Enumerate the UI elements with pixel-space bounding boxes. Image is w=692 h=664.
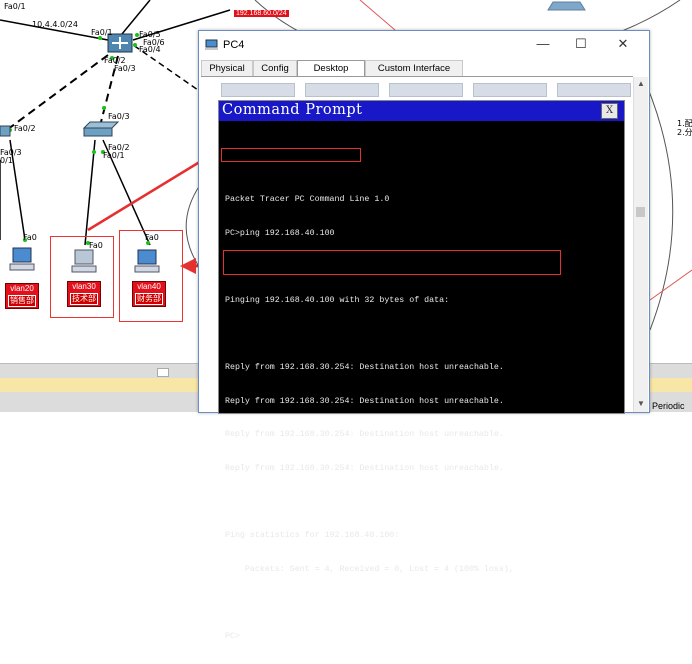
app-thumbnail[interactable] (305, 83, 379, 97)
port-label: Fa0/4 (139, 45, 161, 54)
port-label: Fa0/1 (103, 151, 125, 160)
highlight-box (221, 148, 361, 162)
pc4-window: PC4 — ☐ ✕ Physical Config Desktop Custom… (198, 30, 650, 641)
port-label: Fa0/3 (108, 112, 130, 121)
window-title: PC4 (223, 39, 245, 51)
text-cursor (239, 631, 241, 641)
port-label: Fa0/2 (14, 124, 36, 133)
switch-icon[interactable] (0, 125, 11, 137)
terminal-line: PC>ping 192.168.40.100 (225, 228, 335, 238)
terminal-line: Reply from 192.168.30.254: Destination h… (225, 362, 504, 372)
tab-physical[interactable]: Physical (201, 60, 253, 76)
highlight-frame (50, 236, 114, 318)
command-prompt-close-button[interactable]: X (601, 103, 618, 119)
scroll-up-icon[interactable]: ▲ (637, 79, 645, 88)
app-thumbnail[interactable] (389, 83, 463, 97)
command-prompt-header: Command Prompt X (219, 101, 624, 121)
periodic-label[interactable]: Periodic (652, 401, 685, 411)
scroll-indicator[interactable] (157, 368, 169, 377)
highlight-box (223, 250, 561, 275)
tab-config[interactable]: Config (253, 60, 297, 76)
terminal-output[interactable]: Packet Tracer PC Command Line 1.0 PC>pin… (225, 138, 620, 664)
app-thumbnail[interactable] (557, 83, 631, 97)
terminal-line: Packets: Sent = 4, Received = 0, Lost = … (225, 564, 514, 574)
command-prompt-title: Command Prompt (222, 102, 363, 118)
prompt-text: PC> (225, 631, 240, 641)
terminal-line: Reply from 192.168.30.254: Destination h… (225, 430, 504, 440)
switch-icon[interactable] (82, 121, 120, 137)
terminal-line: Reply from 192.168.30.254: Destination h… (225, 396, 504, 406)
minimize-icon[interactable]: — (529, 36, 557, 51)
window-titlebar[interactable]: PC4 — ☐ ✕ (199, 31, 649, 60)
terminal-line: Reply from 192.168.30.254: Destination h… (225, 463, 504, 473)
tab-desktop[interactable]: Desktop (297, 60, 365, 76)
port-label: Fa0/1 (4, 2, 26, 11)
port-label: Fa0/1 (91, 28, 113, 37)
terminal-line: Pinging 192.168.40.100 with 32 bytes of … (225, 295, 450, 305)
vlan-badge: vlan20 销售部 (5, 283, 39, 309)
department-name: 销售部 (8, 295, 36, 307)
highlight-frame (119, 230, 183, 322)
close-icon[interactable]: ✕ (609, 36, 637, 52)
port-label: Fa0/3 (114, 64, 136, 73)
vertical-scrollbar[interactable]: ▲ ▼ (633, 77, 648, 412)
command-prompt-window[interactable]: Command Prompt X Packet Tracer PC Comman… (218, 100, 625, 641)
terminal-line: Ping statistics for 192.168.40.100: (225, 530, 400, 540)
scroll-down-icon[interactable]: ▼ (637, 399, 645, 408)
tab-custom-interface[interactable]: Custom Interface (365, 60, 463, 76)
maximize-icon[interactable]: ☐ (567, 36, 595, 52)
vlan-name: vlan20 (10, 284, 34, 293)
scroll-thumb[interactable] (636, 207, 645, 217)
app-thumbnail[interactable] (221, 83, 295, 97)
pc-icon[interactable] (9, 247, 35, 271)
desktop-app-strip (205, 80, 631, 97)
port-label: Fa0 (23, 233, 37, 242)
terminal-line: PC> (225, 631, 620, 642)
pc-window-icon (205, 39, 218, 50)
terminal-line: Packet Tracer PC Command Line 1.0 (225, 195, 390, 204)
network-label: 10.4.4.0/24 (32, 20, 78, 29)
subnet-badge: 192.168.60.0/24 (234, 10, 289, 17)
app-thumbnail[interactable] (473, 83, 547, 97)
side-note: 2.分 (677, 128, 692, 137)
port-label: 0/1 (0, 156, 13, 165)
